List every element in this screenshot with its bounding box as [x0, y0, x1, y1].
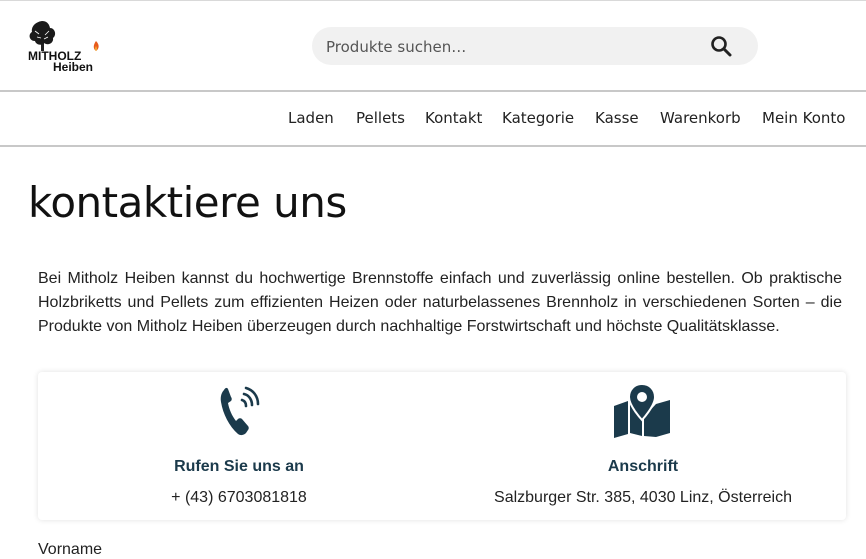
search-icon[interactable]	[710, 35, 732, 57]
nav-item-kategorie[interactable]: Kategorie	[502, 109, 574, 127]
phone-number[interactable]: + (43) 6703081818	[38, 489, 440, 507]
site-logo[interactable]: MITHOLZ Heiben	[27, 19, 107, 74]
address-contact-block: Anschrift Salzburger Str. 385, 4030 Linz…	[440, 372, 846, 520]
first-name-label: Vorname	[38, 541, 103, 558]
nav-item-laden[interactable]: Laden	[288, 109, 334, 127]
nav-item-mein-konto[interactable]: Mein Konto	[762, 109, 845, 127]
nav-divider	[0, 145, 866, 147]
contact-info-card: Rufen Sie uns an + (43) 6703081818 Ansch…	[38, 372, 846, 520]
tree-logo-icon: MITHOLZ Heiben	[28, 21, 99, 74]
search-bar	[312, 27, 758, 67]
address-text: Salzburger Str. 385, 4030 Linz, Österrei…	[494, 489, 792, 506]
nav-item-kontakt[interactable]: Kontakt	[425, 109, 482, 127]
address-heading: Anschrift	[607, 458, 679, 475]
phone-contact-block: Rufen Sie uns an + (43) 6703081818	[38, 372, 440, 520]
nav-item-warenkorb[interactable]: Warenkorb	[660, 109, 741, 127]
logo-text-line2: Heiben	[53, 60, 93, 73]
phone-heading: Rufen Sie uns an	[174, 458, 304, 475]
nav-item-pellets[interactable]: Pellets	[356, 109, 405, 127]
phone-ringing-icon	[218, 382, 262, 443]
page-title: kontaktiere uns	[28, 178, 347, 227]
main-navigation: Laden Pellets Kontakt Kategorie Kasse Wa…	[0, 92, 866, 145]
intro-paragraph: Bei Mitholz Heiben kannst du hochwertige…	[38, 270, 842, 335]
site-header: MITHOLZ Heiben	[0, 1, 866, 90]
nav-item-kasse[interactable]: Kasse	[595, 109, 639, 127]
map-location-icon	[612, 382, 672, 443]
search-input[interactable]	[324, 27, 698, 67]
